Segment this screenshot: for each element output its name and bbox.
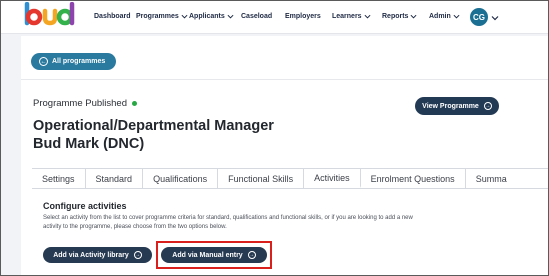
tab-summary[interactable]: Summa xyxy=(466,169,517,188)
bud-logo[interactable] xyxy=(23,2,79,28)
programme-tabs: Settings Standard Qualifications Functio… xyxy=(32,168,548,189)
divider xyxy=(21,79,548,80)
content-panel xyxy=(21,36,548,275)
add-via-activity-library-button[interactable]: Add via Activity library → xyxy=(43,247,152,263)
nav-label: Programmes xyxy=(136,13,179,20)
chevron-down-icon xyxy=(227,14,234,19)
page-title: Operational/Departmental Manager Bud Mar… xyxy=(33,117,293,153)
nav-label: Caseload xyxy=(241,13,273,20)
button-label: All programmes xyxy=(52,58,106,65)
description-line: activity to the programme, please choose… xyxy=(43,224,227,230)
tab-functional-skills[interactable]: Functional Skills xyxy=(218,169,305,188)
arrow-left-icon: ← xyxy=(39,57,48,66)
user-avatar[interactable]: CG xyxy=(470,8,488,26)
arrow-right-icon: → xyxy=(247,251,256,259)
button-label: Add via Manual entry xyxy=(172,251,243,259)
tab-label: Settings xyxy=(42,173,75,184)
tab-label: Summa xyxy=(475,173,507,184)
description-line: Select an activity from the list to cove… xyxy=(43,215,413,221)
nav-programmes[interactable]: Programmes xyxy=(136,13,188,20)
chevron-down-icon xyxy=(453,14,460,19)
nav-learners[interactable]: Learners xyxy=(332,13,371,20)
tab-settings[interactable]: Settings xyxy=(32,169,86,188)
status-dot-icon xyxy=(132,101,137,106)
title-line: Bud Mark (DNC) xyxy=(33,136,145,152)
programme-status: Programme Published xyxy=(33,98,137,109)
status-label: Programme Published xyxy=(33,98,127,109)
tab-enrolment-questions[interactable]: Enrolment Questions xyxy=(361,169,466,188)
add-via-manual-entry-button[interactable]: Add via Manual entry → xyxy=(161,247,267,263)
chevron-down-icon xyxy=(364,14,371,19)
button-label: Add via Activity library xyxy=(53,251,129,259)
nav-label: Employers xyxy=(285,13,321,20)
section-heading: Configure activities xyxy=(43,201,127,211)
all-programmes-button[interactable]: ← All programmes xyxy=(31,53,116,70)
tab-label: Activities xyxy=(314,172,350,183)
chevron-down-icon xyxy=(410,14,417,19)
nav-label: Applicants xyxy=(189,13,225,20)
tab-activities[interactable]: Activities xyxy=(304,169,361,188)
button-label: View Programme xyxy=(422,102,479,110)
top-navbar: Dashboard Programmes Applicants Caseload… xyxy=(1,1,548,34)
view-programme-button[interactable]: View Programme → xyxy=(415,97,499,115)
tab-qualifications[interactable]: Qualifications xyxy=(143,169,219,188)
nav-dashboard[interactable]: Dashboard xyxy=(94,13,131,20)
nav-label: Learners xyxy=(332,13,362,20)
arrow-right-icon: → xyxy=(133,251,142,259)
tab-label: Qualifications xyxy=(153,173,208,184)
tab-label: Standard xyxy=(95,173,133,184)
title-line: Operational/Departmental Manager xyxy=(33,118,274,134)
nav-employers[interactable]: Employers xyxy=(285,13,321,20)
nav-label: Admin xyxy=(429,13,451,20)
nav-label: Dashboard xyxy=(94,13,131,20)
nav-admin[interactable]: Admin xyxy=(429,13,460,20)
tab-label: Enrolment Questions xyxy=(370,173,455,184)
nav-reports[interactable]: Reports xyxy=(382,13,417,20)
nav-applicants[interactable]: Applicants xyxy=(189,13,234,20)
arrow-right-icon: → xyxy=(483,102,492,110)
section-description: Select an activity from the list to cove… xyxy=(43,214,498,232)
chevron-down-icon[interactable] xyxy=(491,14,499,22)
app-window: Dashboard Programmes Applicants Caseload… xyxy=(0,0,549,276)
tab-label: Functional Skills xyxy=(228,173,294,184)
nav-label: Reports xyxy=(382,13,409,20)
tab-standard[interactable]: Standard xyxy=(86,169,144,188)
nav-caseload[interactable]: Caseload xyxy=(241,13,272,20)
avatar-initials: CG xyxy=(473,12,485,22)
chevron-down-icon xyxy=(181,14,188,19)
